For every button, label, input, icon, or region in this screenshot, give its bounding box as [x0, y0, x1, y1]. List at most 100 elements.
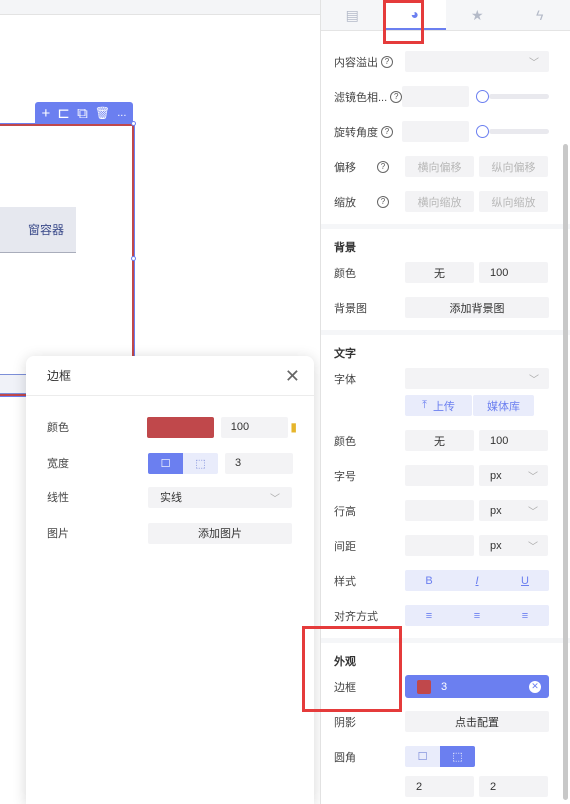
- slider-knob[interactable]: [476, 90, 489, 103]
- align-right-icon[interactable]: ≡: [501, 605, 549, 626]
- align-label: 对齐方式: [334, 610, 378, 623]
- bg-color-picker[interactable]: 无: [405, 262, 474, 283]
- add-image-button[interactable]: 添加图片: [148, 522, 292, 544]
- underline-button[interactable]: U: [501, 570, 549, 591]
- dotted-square-icon[interactable]: ⬚: [440, 746, 475, 767]
- rotate-input[interactable]: [402, 121, 469, 142]
- add-bg-image-button[interactable]: 添加背景图: [405, 297, 549, 318]
- filter-input[interactable]: [402, 86, 469, 107]
- border-style-select[interactable]: 实线 ﹀: [148, 486, 292, 508]
- text-color-label: 颜色: [334, 435, 356, 448]
- border-width-input[interactable]: 3: [225, 452, 293, 474]
- border-config-pill[interactable]: 3 ✕: [405, 675, 549, 698]
- canvas-divider: [0, 14, 320, 15]
- text-color-row: 颜色 无 100: [334, 430, 549, 451]
- font-size-unit-select[interactable]: px ﹀: [479, 465, 548, 486]
- popup-title: 边框: [47, 369, 72, 383]
- border-color-label: 颜色: [47, 422, 69, 434]
- chevron-down-icon: ﹀: [528, 542, 538, 553]
- bg-opacity-input[interactable]: 100: [479, 262, 548, 283]
- text-opacity-input[interactable]: 100: [479, 430, 548, 451]
- line-height-row: 行高 px ﹀: [334, 500, 549, 521]
- chevron-down-icon: ﹀: [529, 375, 539, 386]
- shadow-row: 阴影 点击配置: [334, 711, 549, 732]
- import-icon[interactable]: ⊏: [57, 106, 70, 121]
- bg-image-label: 背景图: [334, 302, 367, 315]
- tab-event[interactable]: ϟ: [509, 0, 570, 30]
- delete-icon[interactable]: 🗑: [95, 107, 110, 119]
- radius-mode: ☐ ⬚: [405, 746, 475, 767]
- scale-x-input[interactable]: 横向缩放: [405, 191, 474, 212]
- help-icon[interactable]: ?: [381, 55, 393, 68]
- spacing-input[interactable]: [405, 535, 474, 556]
- scale-label: 缩放?: [334, 194, 405, 210]
- bg-color-row: 颜色 无 100: [334, 262, 549, 283]
- offset-x-input[interactable]: 横向偏移: [405, 156, 474, 177]
- copy-icon[interactable]: ⧉: [77, 106, 88, 121]
- resize-handle[interactable]: [131, 256, 136, 261]
- overflow-select[interactable]: ﹀: [405, 51, 549, 72]
- spacing-unit-select[interactable]: px ﹀: [479, 535, 548, 556]
- bold-button[interactable]: B: [405, 570, 453, 591]
- bg-color-label: 颜色: [334, 267, 356, 280]
- font-upload-row: ⤒ 上传 媒体库: [334, 395, 549, 416]
- dotted-square-icon[interactable]: ⬚: [183, 452, 218, 474]
- square-icon[interactable]: ☐: [148, 452, 183, 474]
- shadow-label: 阴影: [334, 716, 356, 729]
- align-left-icon[interactable]: ≡: [405, 605, 453, 626]
- resize-handle[interactable]: [131, 121, 136, 126]
- trash-icon[interactable]: ▮: [290, 420, 297, 434]
- scrollbar[interactable]: [563, 144, 568, 800]
- shadow-config-button[interactable]: 点击配置: [405, 711, 549, 732]
- tab-document[interactable]: ▤: [321, 0, 384, 30]
- radius-input-2[interactable]: 2: [479, 776, 548, 797]
- star-icon: ★: [470, 6, 484, 23]
- text-color-picker[interactable]: 无: [405, 430, 474, 451]
- line-height-input[interactable]: [405, 500, 474, 521]
- line-height-label: 行高: [334, 505, 356, 518]
- window-container-button[interactable]: 窗容器: [0, 207, 76, 253]
- spacing-label: 间距: [334, 540, 356, 553]
- text-style-toggles: B I U: [405, 570, 549, 591]
- scale-row: 缩放? 横向缩放 纵向缩放: [334, 191, 549, 212]
- close-icon[interactable]: ✕: [285, 367, 300, 385]
- border-image-label: 图片: [47, 528, 69, 540]
- offset-y-input[interactable]: 纵向偏移: [479, 156, 548, 177]
- help-icon[interactable]: ?: [377, 195, 389, 208]
- plus-icon[interactable]: +: [42, 106, 51, 121]
- clear-icon[interactable]: ✕: [529, 680, 541, 693]
- offset-row: 偏移? 横向偏移 纵向偏移: [334, 156, 549, 177]
- canvas-top-strip: [0, 0, 320, 14]
- align-row: 对齐方式 ≡ ≡ ≡: [334, 605, 549, 626]
- square-icon[interactable]: ☐: [405, 746, 440, 767]
- help-icon[interactable]: ?: [390, 90, 403, 103]
- tab-favorite[interactable]: ★: [446, 0, 509, 30]
- overflow-label: 内容溢出?: [334, 54, 405, 70]
- overflow-row: 内容溢出? ﹀: [334, 51, 549, 72]
- font-select[interactable]: ﹀: [405, 368, 549, 389]
- chevron-down-icon: ﹀: [528, 472, 538, 483]
- border-opacity-input[interactable]: 100: [220, 416, 289, 438]
- offset-label: 偏移?: [334, 159, 405, 175]
- align-center-icon[interactable]: ≡: [453, 605, 501, 626]
- radius-input-1[interactable]: 2: [405, 776, 474, 797]
- border-color-swatch: [417, 679, 431, 694]
- window-container-label: 窗容器: [27, 223, 64, 237]
- background-section-title: 背景: [334, 242, 356, 254]
- border-color-swatch[interactable]: [147, 416, 214, 438]
- rotate-slider[interactable]: [476, 125, 549, 138]
- help-icon[interactable]: ?: [381, 125, 393, 138]
- upload-button[interactable]: ⤒ 上传: [405, 395, 472, 416]
- media-library-button[interactable]: 媒体库: [473, 395, 534, 416]
- font-size-input[interactable]: [405, 465, 474, 486]
- slider-knob[interactable]: [476, 125, 489, 138]
- panel-tabs: ▤ ◕ ★ ϟ: [321, 0, 570, 31]
- line-height-unit-select[interactable]: px ﹀: [479, 500, 548, 521]
- scale-y-input[interactable]: 纵向缩放: [479, 191, 548, 212]
- component-toolbar: + ⊏ ⧉ 🗑 ...: [35, 102, 133, 124]
- italic-button[interactable]: I: [453, 570, 501, 591]
- more-icon[interactable]: ...: [117, 107, 126, 119]
- help-icon[interactable]: ?: [377, 160, 389, 173]
- filter-slider[interactable]: [476, 90, 549, 103]
- text-align-toggles: ≡ ≡ ≡: [405, 605, 549, 626]
